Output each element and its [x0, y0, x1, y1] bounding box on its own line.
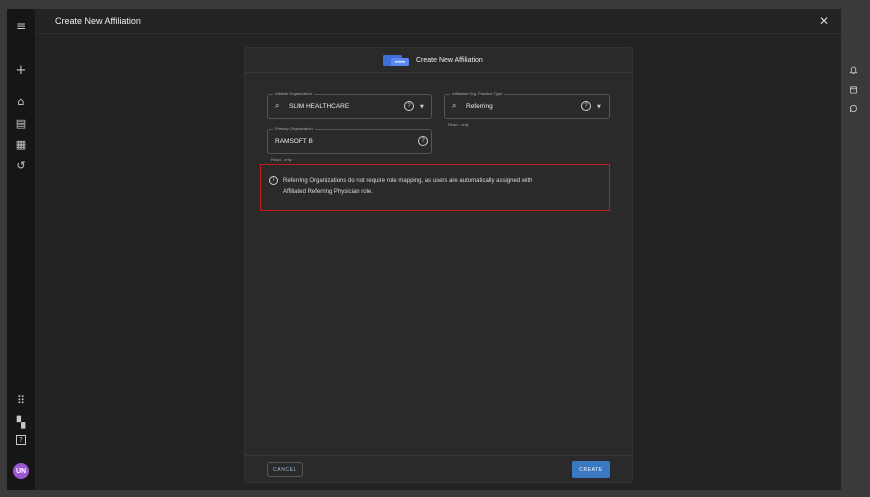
practice-type-field[interactable]: Affiliation Org. Practice Type ⌕ Referri…	[444, 91, 610, 119]
notification-bell-icon[interactable]	[846, 66, 860, 80]
info-icon: i	[269, 176, 278, 185]
practice-type-helper: Read - only	[448, 122, 469, 127]
create-affiliation-dialog: Create New Affiliation Affiliate Organiz…	[244, 47, 633, 483]
apps-grid-icon[interactable]: ⠿	[13, 392, 29, 408]
affiliate-organization-field[interactable]: Affiliate Organization ⌕ SLIM HEALTHCARE…	[267, 91, 432, 119]
practice-type-value[interactable]: Referring	[466, 103, 493, 110]
search-icon: ⌕	[275, 101, 280, 110]
primary-organization-label: Primary Organization	[273, 126, 315, 131]
add-icon[interactable]: +	[13, 62, 29, 78]
calendar-icon[interactable]: ▦	[13, 136, 29, 152]
affiliate-organization-value[interactable]: SLIM HEALTHCARE	[289, 103, 349, 110]
dialog-header: Create New Affiliation	[245, 48, 632, 73]
create-button[interactable]: CREATE	[572, 461, 610, 478]
alert-line-1: Referring Organizations do not require r…	[283, 178, 533, 184]
top-bar: Create New Affiliation ✕	[35, 9, 841, 34]
chat-icon[interactable]	[846, 104, 860, 118]
worklist-icon[interactable]: ▤	[13, 115, 29, 131]
left-sidebar: ≡ + ⌂ ▤ ▦ ↺ ⠿ ▚ ? UN	[7, 9, 35, 490]
dialog-title: Create New Affiliation	[416, 57, 483, 64]
page-title: Create New Affiliation	[55, 16, 141, 26]
widgets-icon[interactable]: ▚	[13, 414, 29, 430]
chevron-down-icon[interactable]: ▼	[420, 104, 424, 110]
primary-organization-field: Primary Organization RAMSOFT B ?	[267, 126, 432, 154]
search-icon: ⌕	[452, 101, 457, 110]
close-icon[interactable]: ✕	[817, 14, 831, 28]
chevron-down-icon[interactable]: ▼	[597, 104, 601, 110]
cancel-button[interactable]: CANCEL	[267, 462, 303, 477]
alert-message: Referring Organizations do not require r…	[283, 176, 603, 198]
help-circle-icon[interactable]: ?	[404, 101, 414, 111]
primary-organization-helper: Read - only	[271, 157, 292, 162]
main-panel: Create New Affiliation ✕ Create New Affi…	[35, 9, 841, 490]
affiliate-organization-label: Affiliate Organization	[273, 91, 314, 96]
alert-line-2: Affiliated Referring Physician role.	[283, 189, 373, 195]
app-window: ≡ + ⌂ ▤ ▦ ↺ ⠿ ▚ ? UN Create New Affiliat…	[0, 0, 870, 497]
history-icon[interactable]: ↺	[13, 157, 29, 173]
info-alert: i Referring Organizations do not require…	[260, 164, 610, 211]
primary-organization-value: RAMSOFT B	[275, 138, 313, 145]
help-circle-icon[interactable]: ?	[418, 136, 428, 146]
calendar-icon[interactable]	[846, 85, 860, 99]
help-circle-icon[interactable]: ?	[581, 101, 591, 111]
help-icon[interactable]: ?	[16, 435, 26, 445]
practice-type-label: Affiliation Org. Practice Type	[450, 91, 505, 96]
menu-icon[interactable]: ≡	[13, 18, 29, 34]
dialog-footer: CANCEL CREATE	[245, 455, 632, 482]
user-avatar[interactable]: UN	[13, 463, 29, 479]
home-icon[interactable]: ⌂	[13, 93, 29, 109]
affiliation-logo-icon	[383, 55, 409, 66]
